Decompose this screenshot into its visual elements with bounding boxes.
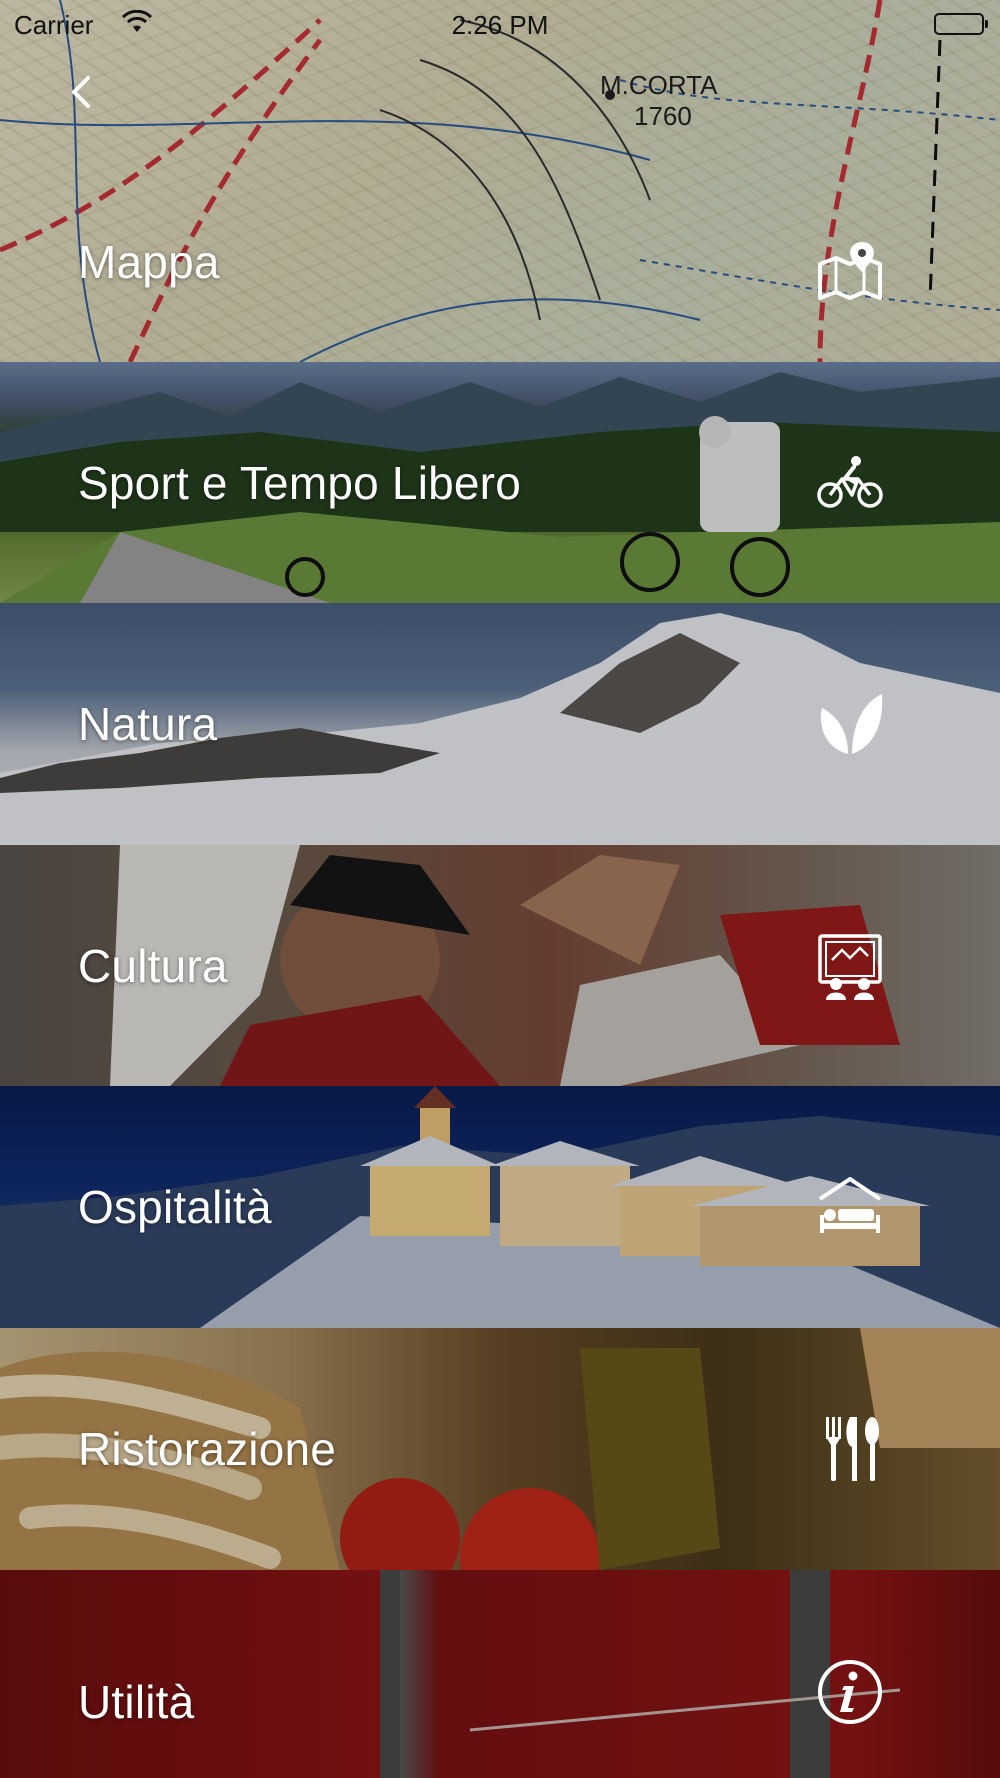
menu-item-utilita[interactable]: Utilità [0,1570,1000,1778]
leaf-icon [814,688,886,760]
menu-item-sport[interactable]: Sport e Tempo Libero [0,362,1000,603]
menu-item-ospitalita[interactable]: Ospitalità [0,1086,1000,1328]
menu-item-label: Mappa [78,236,220,288]
menu-item-label: Cultura [78,939,228,992]
menu-item-mappa[interactable]: M.CORTA 1760 Mappa [0,0,1000,362]
cutlery-icon [814,1413,886,1485]
chevron-left-icon [72,76,90,108]
status-bar: Carrier 2:26 PM [0,0,1000,48]
menu-item-label: Natura [78,698,218,750]
battery-icon [934,13,988,35]
menu-item-label: Utilità [78,1676,195,1728]
menu-item-ristorazione[interactable]: Ristorazione [0,1328,1000,1570]
menu-item-label: Sport e Tempo Libero [78,456,521,509]
map-pin-icon [814,238,886,310]
bed-icon [814,1171,886,1243]
clock: 2:26 PM [451,10,549,40]
menu-item-natura[interactable]: Natura [0,603,1000,845]
menu-item-label: Ospitalità [78,1181,272,1233]
info-icon [814,1656,886,1728]
menu-screen: Carrier 2:26 PM M.CORTA 1760 Mappa Sport… [0,0,1000,1778]
theater-icon [814,930,886,1002]
bicycle-icon [814,447,886,519]
back-button[interactable] [60,70,104,114]
menu-item-cultura[interactable]: Cultura [0,845,1000,1086]
menu-item-label: Ristorazione [78,1423,337,1475]
